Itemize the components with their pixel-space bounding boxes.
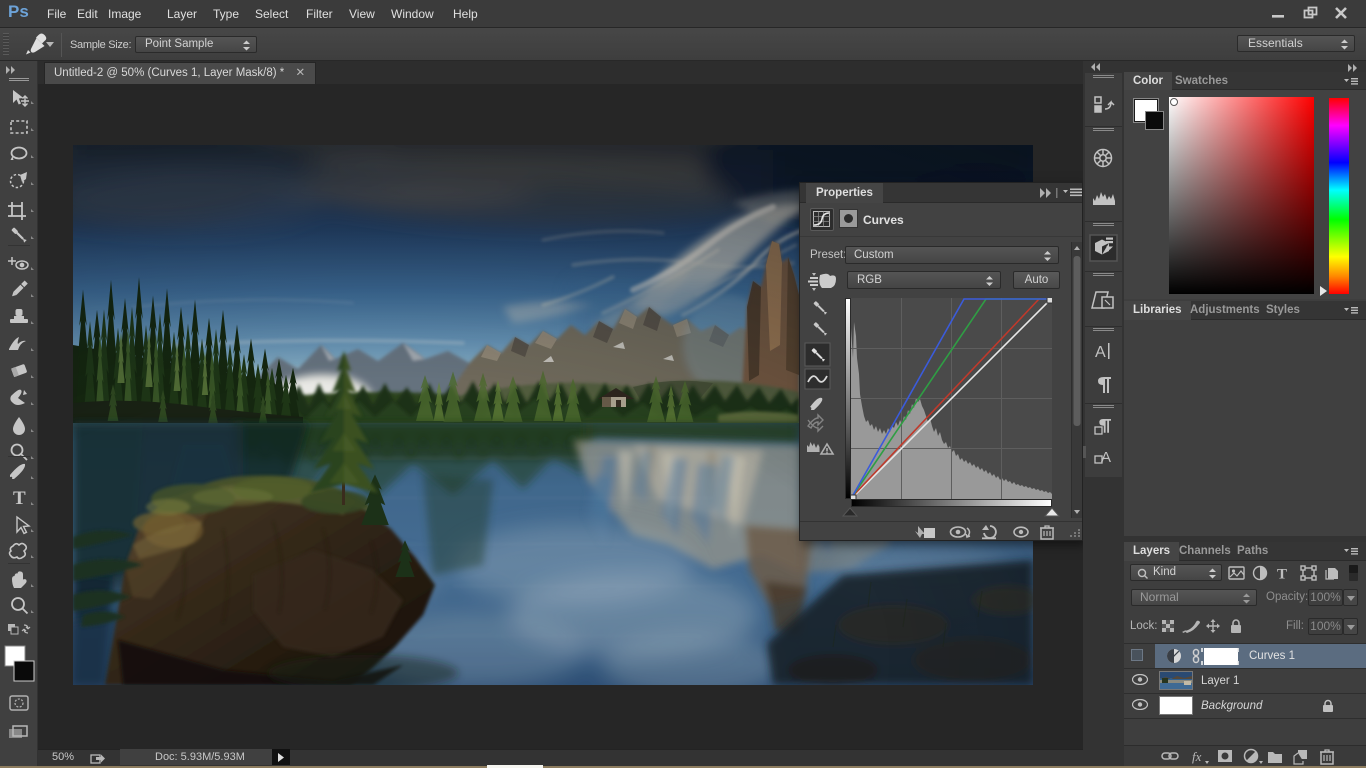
svg-text:fx: fx bbox=[1192, 749, 1202, 764]
svg-text:T: T bbox=[13, 488, 26, 509]
svg-text:A: A bbox=[1095, 344, 1106, 361]
svg-text:T: T bbox=[1277, 567, 1287, 583]
